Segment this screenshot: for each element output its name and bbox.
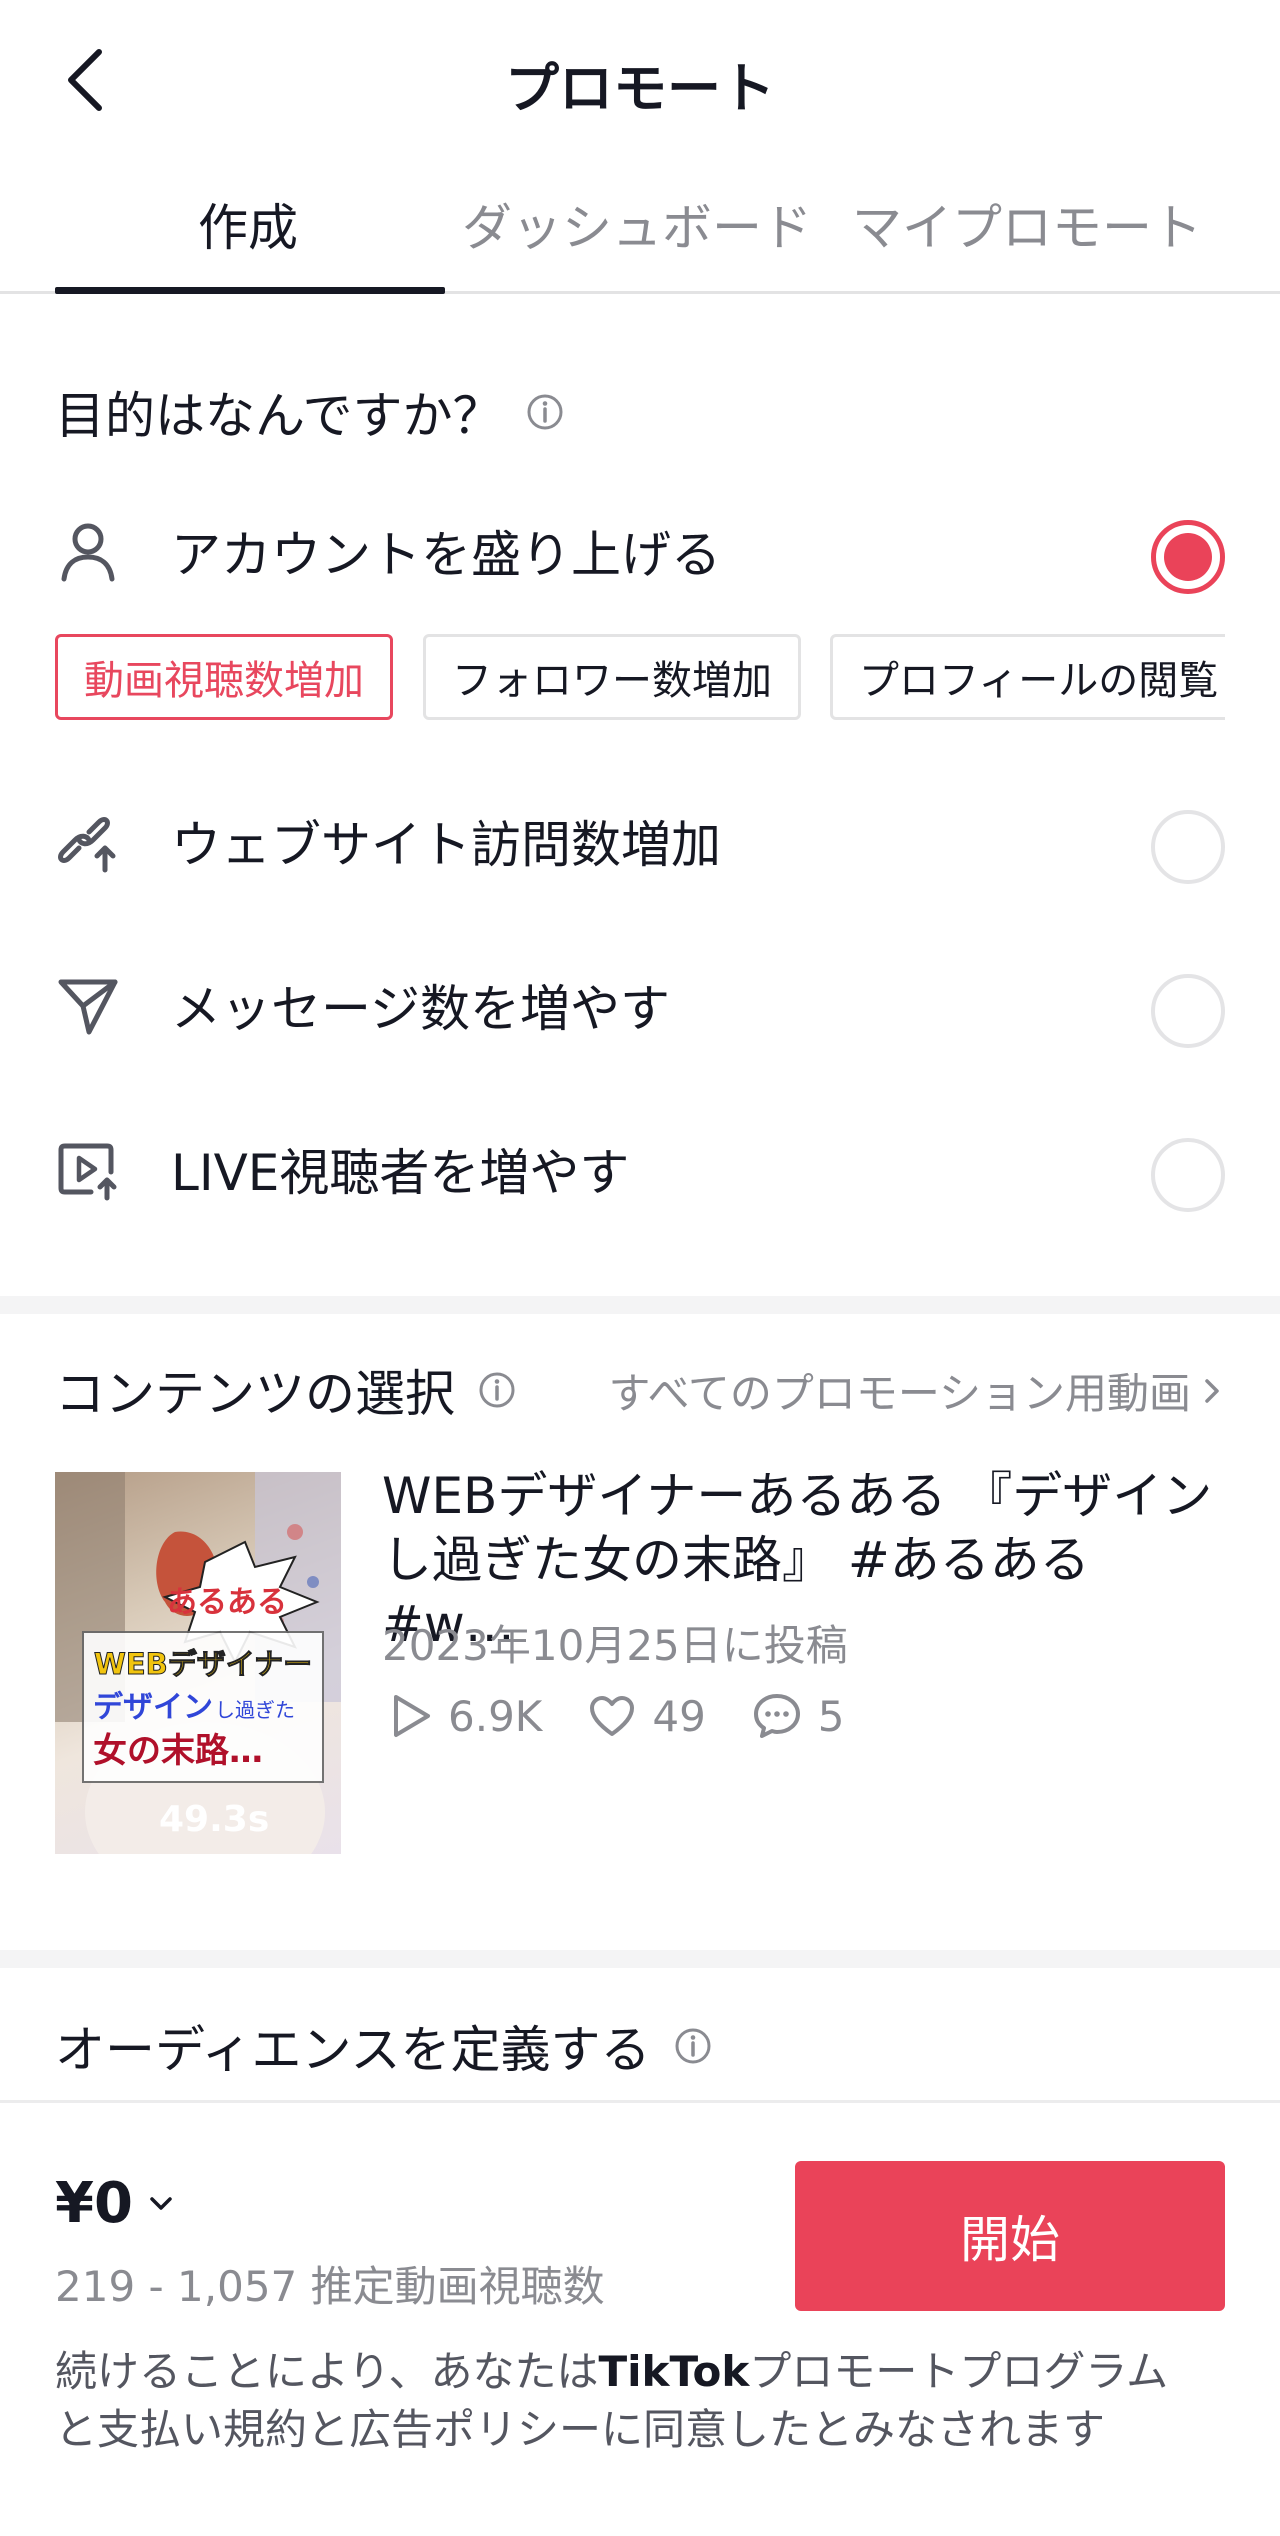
section-divider [0, 1296, 1280, 1314]
info-icon[interactable] [525, 392, 565, 432]
content-title-text: コンテンツの選択 [55, 1365, 455, 1423]
comment-icon [753, 1694, 800, 1738]
chevron-right-icon [1205, 1378, 1219, 1403]
radio-unselected[interactable] [1151, 810, 1225, 884]
link-upload-icon [55, 808, 121, 874]
live-video-icon [55, 1136, 121, 1202]
legal-prefix: 続けることにより、あなたは [55, 2347, 599, 2396]
option-live-viewers[interactable]: LIVE視聴者を増やす [55, 1124, 1225, 1214]
audience-title[interactable]: オーディエンスを定義する [55, 2010, 713, 2082]
person-icon [55, 518, 121, 584]
tab-dashboard[interactable]: ダッシュボード [462, 188, 812, 260]
video-date: 2023年10月25日に投稿 [382, 1621, 848, 1670]
sub-goal-chips: 動画視聴数増加 フォロワー数増加 プロフィールの閲覧 [55, 634, 1225, 720]
thumbnail-text-4: 女の末路… [93, 1731, 263, 1771]
chip-followers[interactable]: フォロワー数増加 [423, 634, 801, 720]
option-messages[interactable]: メッセージ数を増やす [55, 960, 1225, 1050]
info-icon[interactable] [673, 2026, 713, 2066]
bottom-bar: ¥0 219 - 1,057 推定動画視聴数 開始 続けることにより、あなたはT… [0, 2100, 1280, 2536]
likes-count: 49 [652, 1691, 706, 1741]
budget-selector[interactable]: ¥0 [55, 2171, 175, 2236]
option-label: アカウントを盛り上げる [171, 526, 721, 584]
option-website-visits[interactable]: ウェブサイト訪問数増加 [55, 796, 1225, 886]
thumbnail-text-1: あるある [167, 1585, 287, 1620]
start-button[interactable]: 開始 [795, 2161, 1225, 2311]
legal-brand: TikTok [598, 2347, 750, 2396]
send-icon [55, 972, 121, 1038]
tab-my-promote[interactable]: マイプロモート [852, 188, 1202, 260]
comments-count: 5 [817, 1691, 845, 1741]
goal-question-text: 目的はなんですか？ [55, 387, 503, 445]
page-title: プロモート [505, 57, 775, 120]
views-count: 6.9K [448, 1691, 543, 1741]
goal-question: 目的はなんですか？ [55, 376, 565, 448]
likes-stat: 49 [588, 1691, 706, 1741]
audience-title-text: オーディエンスを定義する [55, 2021, 651, 2079]
info-icon[interactable] [477, 1370, 517, 1410]
option-label: LIVE視聴者を増やす [171, 1144, 630, 1202]
tab-create[interactable]: 作成 [198, 188, 298, 260]
option-account-boost[interactable]: アカウントを盛り上げる [55, 506, 1225, 596]
views-stat: 6.9K [388, 1692, 542, 1741]
video-duration: 49.3s [159, 1799, 270, 1840]
chip-profile-views[interactable]: プロフィールの閲覧 [830, 634, 1225, 720]
chevron-down-icon [150, 2196, 172, 2210]
chip-video-views[interactable]: 動画視聴数増加 [55, 634, 393, 720]
radio-unselected[interactable] [1151, 1138, 1225, 1212]
content-title: コンテンツの選択 [55, 1354, 517, 1426]
option-label: ウェブサイト訪問数増加 [171, 816, 721, 874]
budget-value: ¥0 [55, 2171, 133, 2236]
header: プロモート [0, 0, 1280, 160]
thumbnail-text-3b: し過ぎた [215, 1698, 295, 1722]
tab-indicator [55, 287, 445, 294]
play-icon [394, 1695, 430, 1737]
thumbnail-text-3a: デザイン [93, 1690, 213, 1725]
all-promo-videos-link[interactable]: すべてのプロモーション用動画 [608, 1360, 1225, 1421]
comments-stat: 5 [752, 1692, 845, 1741]
tab-bar: 作成 ダッシュボード マイプロモート [0, 170, 1280, 294]
video-stats: 6.9K 49 5 [388, 1686, 891, 1746]
all-promo-videos-label: すべてのプロモーション用動画 [608, 1369, 1191, 1418]
estimated-views: 219 - 1,057 推定動画視聴数 [55, 2262, 605, 2311]
option-label: メッセージ数を増やす [171, 980, 670, 1038]
heart-icon [590, 1696, 635, 1736]
radio-unselected[interactable] [1151, 974, 1225, 1048]
thumbnail-text-2: WEBデザイナー [94, 1647, 312, 1681]
video-thumbnail[interactable]: あるある WEBデザイナー デザイン し過ぎた 女の末路… 49.3s [55, 1472, 341, 1854]
legal-notice: 続けることにより、あなたはTikTokプロモートプログラムと支払い規約と広告ポリ… [55, 2343, 1195, 2459]
section-divider [0, 1950, 1280, 1968]
radio-selected[interactable] [1151, 520, 1225, 594]
thumbnail-image: あるある WEBデザイナー デザイン し過ぎた 女の末路… [55, 1472, 341, 1854]
